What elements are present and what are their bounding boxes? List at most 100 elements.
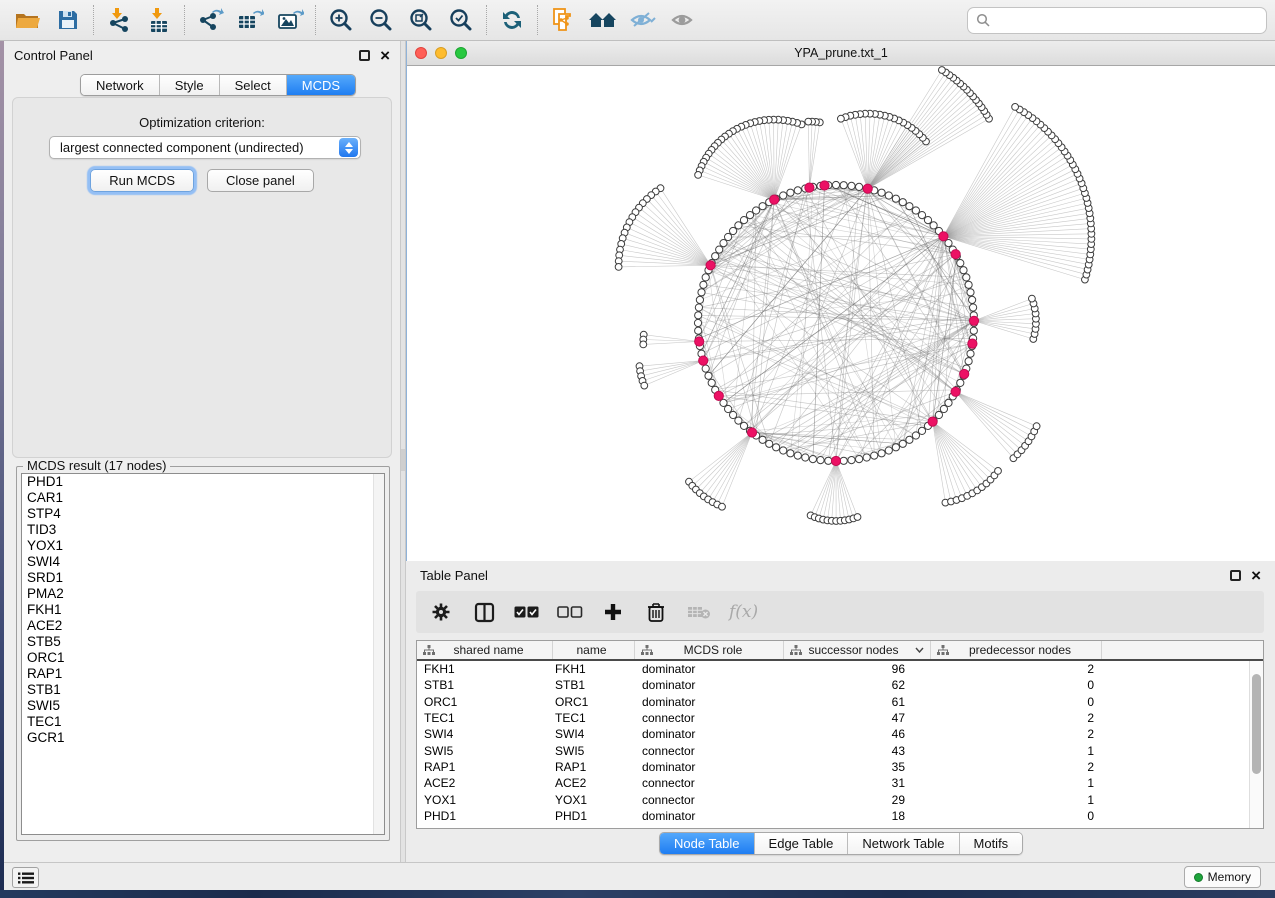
column-header-name[interactable]: name bbox=[553, 641, 635, 659]
trash-icon bbox=[647, 602, 665, 622]
tab-mcds[interactable]: MCDS bbox=[287, 75, 355, 95]
tab-select[interactable]: Select bbox=[220, 75, 287, 95]
mcds-result-item[interactable]: STB1 bbox=[22, 682, 384, 698]
mcds-result-item[interactable]: FKH1 bbox=[22, 602, 384, 618]
table-row[interactable]: ACE2 ACE2 connector 31 1 bbox=[417, 775, 1249, 791]
export-table-button[interactable] bbox=[230, 3, 270, 37]
cell-successor-nodes: 18 bbox=[784, 809, 931, 823]
import-network-button[interactable] bbox=[99, 3, 139, 37]
table-row[interactable]: SWI5 SWI5 connector 43 1 bbox=[417, 742, 1249, 758]
close-table-panel-icon[interactable]: × bbox=[1251, 570, 1261, 581]
save-session-button[interactable] bbox=[48, 3, 88, 37]
show-columns-button[interactable] bbox=[471, 598, 497, 626]
tab-edge-table[interactable]: Edge Table bbox=[755, 833, 849, 854]
float-panel-icon[interactable] bbox=[359, 50, 370, 61]
open-file-button[interactable] bbox=[8, 3, 48, 37]
zoom-out-button[interactable] bbox=[361, 3, 401, 37]
table-settings-button[interactable] bbox=[428, 598, 454, 626]
import-table-button[interactable] bbox=[139, 3, 179, 37]
close-panel-icon[interactable]: × bbox=[380, 50, 390, 61]
cell-successor-nodes: 46 bbox=[784, 727, 931, 741]
mcds-list-scrollbar[interactable] bbox=[373, 474, 384, 834]
table-row[interactable]: ORC1 ORC1 dominator 61 0 bbox=[417, 694, 1249, 710]
delete-table-button[interactable] bbox=[686, 598, 712, 626]
hide-selected-button[interactable] bbox=[623, 3, 663, 37]
column-header-shared-name[interactable]: shared name bbox=[417, 641, 553, 659]
mcds-result-item[interactable]: SWI4 bbox=[22, 554, 384, 570]
zoom-selected-button[interactable] bbox=[441, 3, 481, 37]
column-header-mcds-role[interactable]: MCDS role bbox=[635, 641, 784, 659]
clone-network-button[interactable] bbox=[543, 3, 583, 37]
panel-menu-button[interactable] bbox=[12, 867, 39, 888]
cell-predecessor-nodes: 0 bbox=[931, 809, 1102, 823]
function-builder-button[interactable]: f(x) bbox=[729, 602, 758, 622]
table-row[interactable]: YOX1 YOX1 connector 29 1 bbox=[417, 791, 1249, 807]
mcds-result-item[interactable]: STP4 bbox=[22, 506, 384, 522]
mcds-result-item[interactable]: STB5 bbox=[22, 634, 384, 650]
zoom-in-button[interactable] bbox=[321, 3, 361, 37]
table-row[interactable]: FKH1 FKH1 dominator 96 2 bbox=[417, 661, 1249, 677]
search-input[interactable] bbox=[997, 11, 1266, 31]
table-toolbar: f(x) bbox=[416, 591, 1264, 633]
table-row[interactable]: SWI4 SWI4 dominator 46 2 bbox=[417, 726, 1249, 742]
search-box[interactable] bbox=[967, 7, 1267, 34]
column-header-predecessor-nodes[interactable]: predecessor nodes bbox=[931, 641, 1102, 659]
tab-style[interactable]: Style bbox=[160, 75, 220, 95]
run-mcds-button[interactable]: Run MCDS bbox=[90, 169, 194, 192]
table-row[interactable]: STB1 STB1 dominator 62 0 bbox=[417, 677, 1249, 693]
table-scrollbar-thumb[interactable] bbox=[1252, 674, 1261, 774]
mcds-result-item[interactable]: PMA2 bbox=[22, 586, 384, 602]
memory-button[interactable]: Memory bbox=[1184, 866, 1261, 888]
network-graph[interactable] bbox=[407, 66, 1275, 561]
table-row[interactable]: RAP1 RAP1 dominator 35 2 bbox=[417, 759, 1249, 775]
show-all-button[interactable] bbox=[663, 3, 703, 37]
import-network-icon bbox=[105, 7, 133, 33]
refresh-button[interactable] bbox=[492, 3, 532, 37]
network-titlebar[interactable]: YPA_prune.txt_1 bbox=[407, 41, 1275, 66]
export-image-button[interactable] bbox=[270, 3, 310, 37]
first-neighbors-button[interactable] bbox=[583, 3, 623, 37]
table-row[interactable]: TEC1 TEC1 connector 47 2 bbox=[417, 710, 1249, 726]
network-view-window: YPA_prune.txt_1 bbox=[406, 41, 1275, 561]
tab-node-table[interactable]: Node Table bbox=[660, 833, 755, 854]
column-header-successor-nodes[interactable]: successor nodes bbox=[784, 641, 931, 659]
cell-predecessor-nodes: 2 bbox=[931, 727, 1102, 741]
mcds-result-list[interactable]: PHD1CAR1STP4TID3YOX1SWI4SRD1PMA2FKH1ACE2… bbox=[21, 473, 385, 835]
mcds-result-item[interactable]: TEC1 bbox=[22, 714, 384, 730]
zoom-fit-button[interactable] bbox=[401, 3, 441, 37]
mcds-result-item[interactable]: CAR1 bbox=[22, 490, 384, 506]
select-all-button[interactable] bbox=[514, 598, 540, 626]
mcds-result-item[interactable]: YOX1 bbox=[22, 538, 384, 554]
float-table-panel-icon[interactable] bbox=[1230, 570, 1241, 581]
cell-predecessor-nodes: 2 bbox=[931, 662, 1102, 676]
tab-network-table[interactable]: Network Table bbox=[848, 833, 959, 854]
mcds-result-item[interactable]: SWI5 bbox=[22, 698, 384, 714]
cell-successor-nodes: 62 bbox=[784, 678, 931, 692]
export-table-icon bbox=[236, 7, 264, 33]
tab-network[interactable]: Network bbox=[81, 75, 160, 95]
mcds-result-item[interactable]: ORC1 bbox=[22, 650, 384, 666]
cell-successor-nodes: 61 bbox=[784, 695, 931, 709]
close-panel-button[interactable]: Close panel bbox=[207, 169, 314, 192]
mcds-result-item[interactable]: GCR1 bbox=[22, 730, 384, 746]
cell-predecessor-nodes: 1 bbox=[931, 776, 1102, 790]
add-row-button[interactable] bbox=[600, 598, 626, 626]
export-network-button[interactable] bbox=[190, 3, 230, 37]
mcds-result-item[interactable]: PHD1 bbox=[22, 474, 384, 490]
attribute-icon bbox=[423, 645, 435, 656]
first-neighbors-icon bbox=[588, 8, 618, 32]
status-bar: Memory bbox=[0, 862, 1275, 890]
mcds-result-item[interactable]: TID3 bbox=[22, 522, 384, 538]
delete-row-button[interactable] bbox=[643, 598, 669, 626]
criterion-dropdown[interactable]: largest connected component (undirected) bbox=[49, 136, 361, 159]
table-row[interactable]: PHD1 PHD1 dominator 18 0 bbox=[417, 808, 1249, 824]
mcds-result-item[interactable]: ACE2 bbox=[22, 618, 384, 634]
table-scrollbar[interactable] bbox=[1249, 661, 1263, 828]
clear-selection-button[interactable] bbox=[557, 598, 583, 626]
mcds-result-item[interactable]: SRD1 bbox=[22, 570, 384, 586]
table-panel-title: Table Panel bbox=[420, 568, 488, 583]
zoom-out-icon bbox=[368, 7, 394, 33]
tab-motifs[interactable]: Motifs bbox=[960, 833, 1023, 854]
mcds-result-item[interactable]: RAP1 bbox=[22, 666, 384, 682]
splitter-handle[interactable] bbox=[401, 449, 405, 471]
